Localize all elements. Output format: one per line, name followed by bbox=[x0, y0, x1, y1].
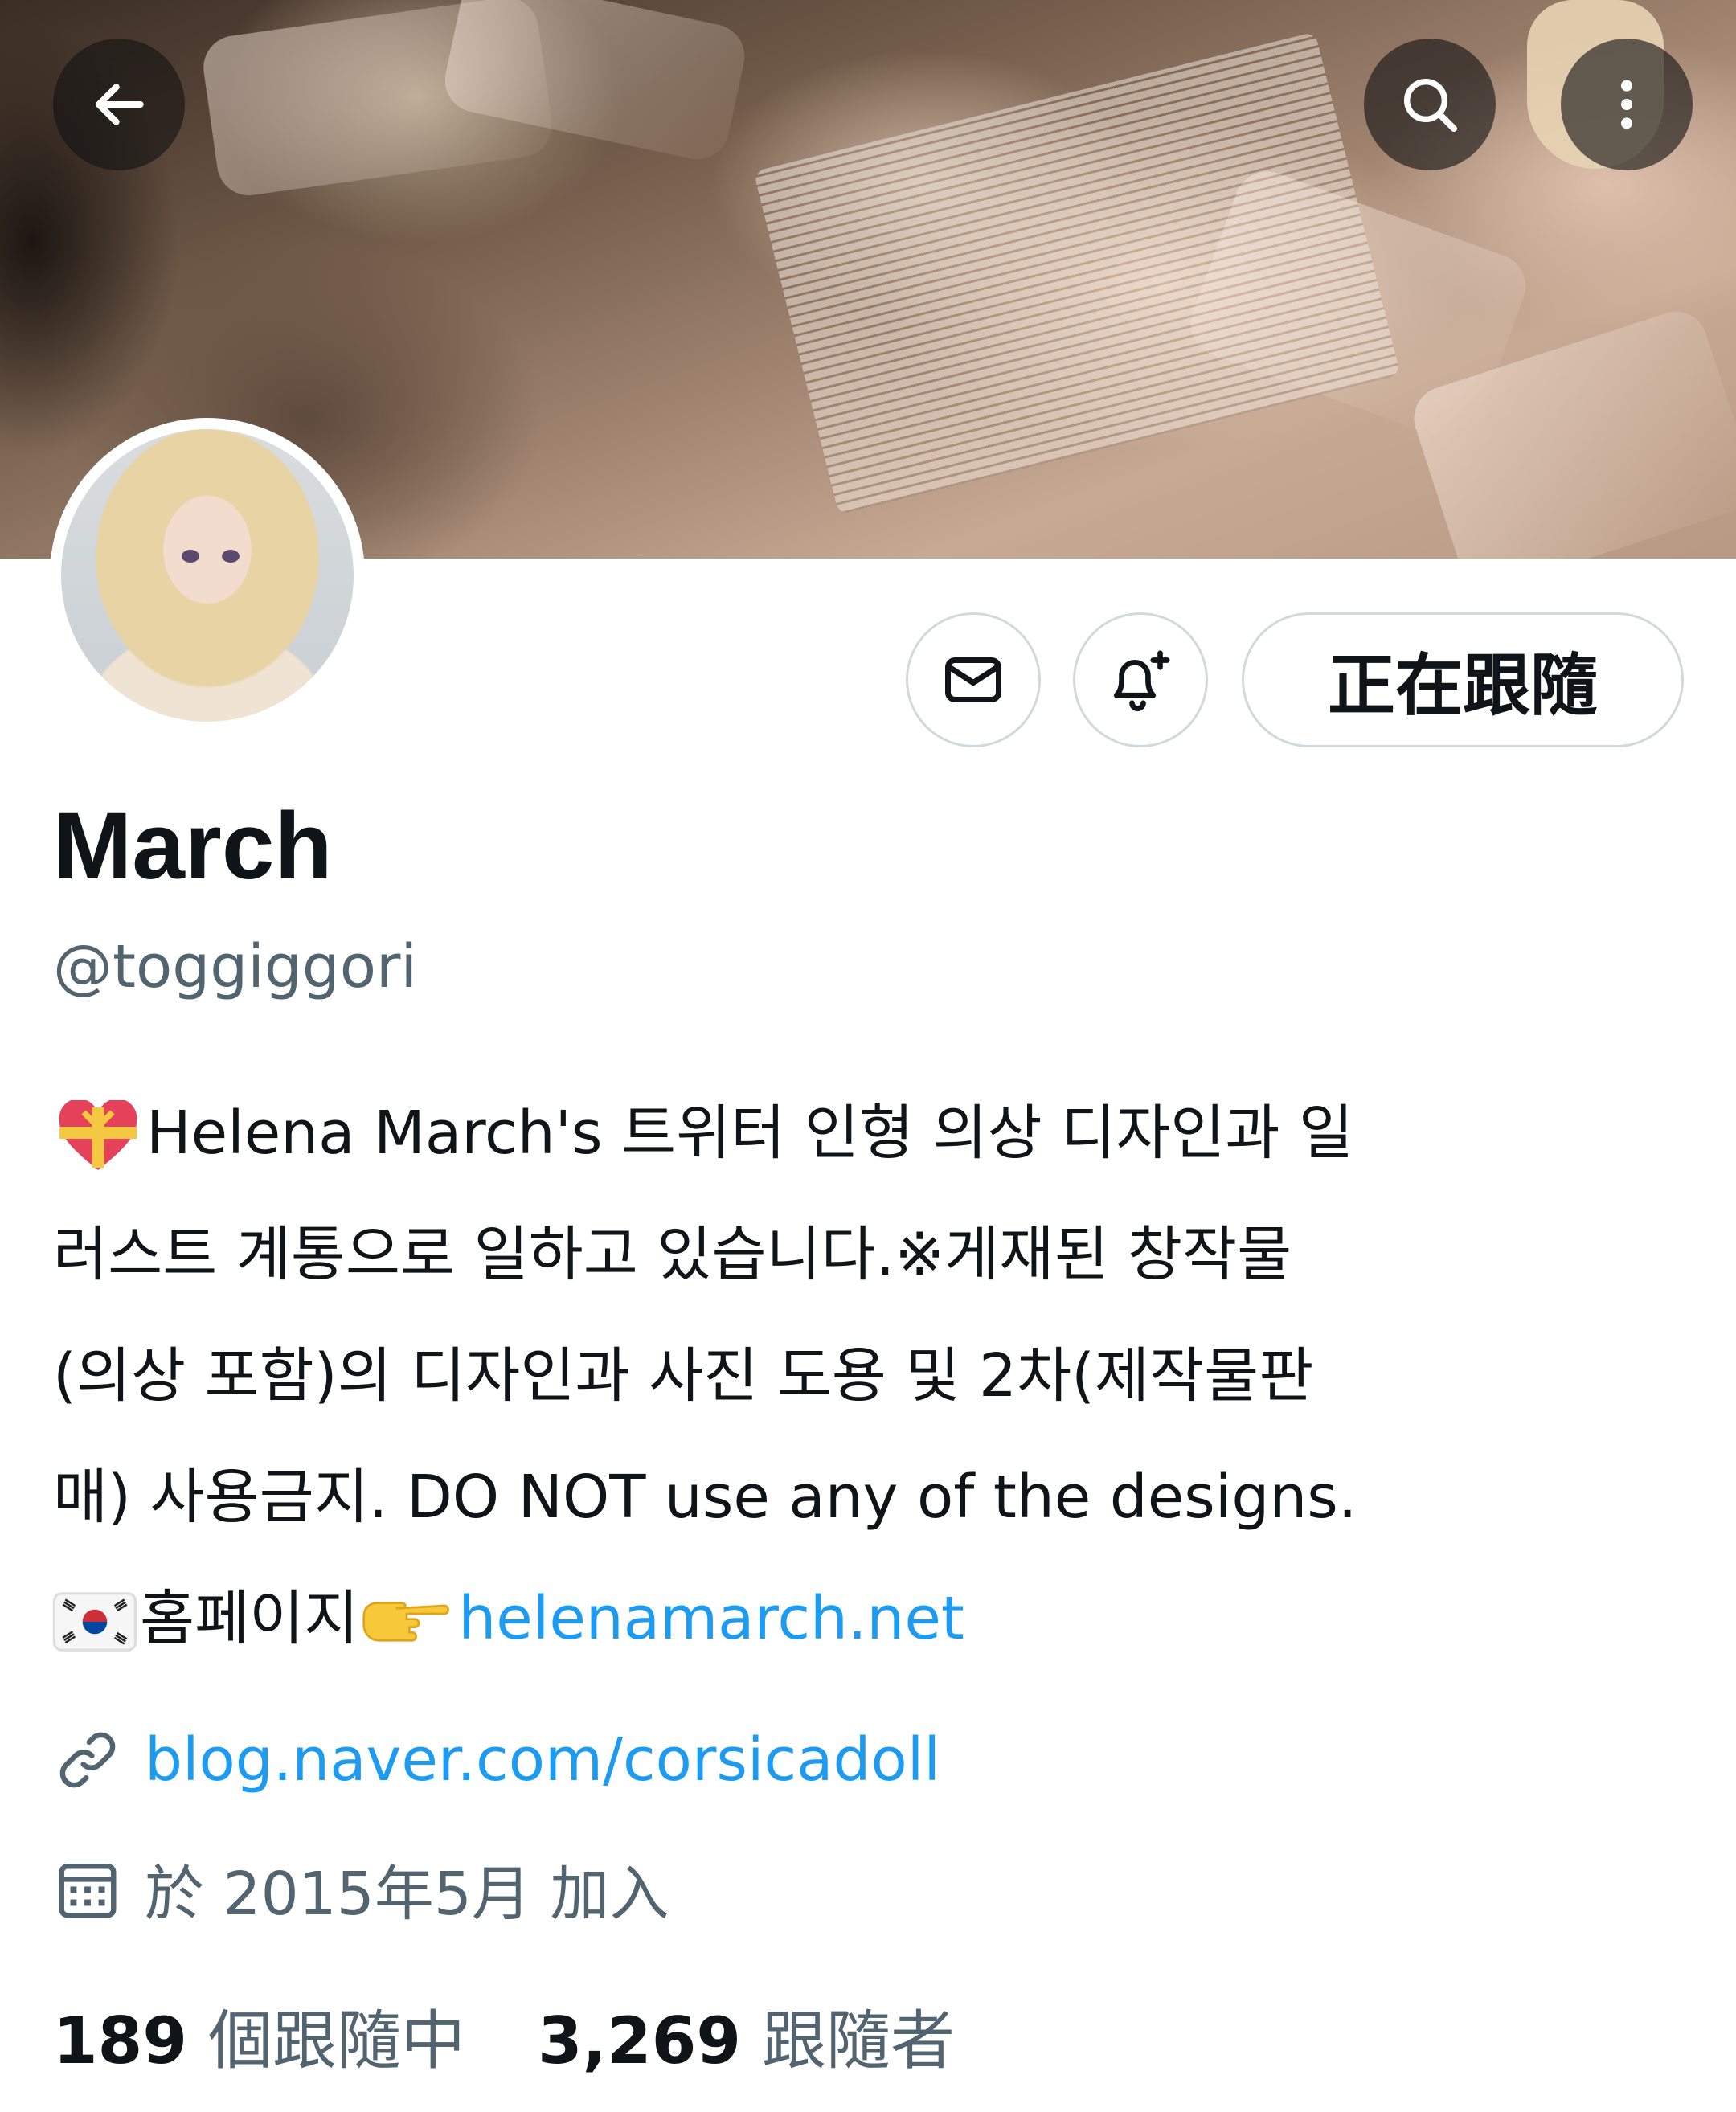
bell-plus-icon bbox=[1113, 650, 1170, 711]
profile-bio: Helena March's 트위터 인형 의상 디자인과 일 러스트 계통으로… bbox=[53, 1073, 1693, 1680]
bio-line-2: 러스트 계통으로 일하고 있습니다.※게재된 창작물 bbox=[53, 1220, 1292, 1289]
avatar-image bbox=[61, 429, 354, 722]
follow-stats: 189 個跟隨中 3,269 跟隨者 bbox=[53, 1989, 955, 2082]
bio-line-5: 홈페이지 helenamarch.net bbox=[53, 1558, 1693, 1680]
calendar-icon bbox=[59, 1863, 117, 1918]
following-label: 個跟隨中 bbox=[208, 2004, 465, 2078]
search-icon bbox=[1404, 79, 1457, 132]
message-button[interactable] bbox=[906, 612, 1041, 747]
link-icon bbox=[59, 1732, 116, 1788]
notifications-button[interactable] bbox=[1073, 612, 1208, 747]
joined-date-row: 於 2015年5月 加入 bbox=[53, 1846, 669, 1932]
bio-line-1: Helena March's 트위터 인형 의상 디자인과 일 bbox=[53, 1073, 1693, 1194]
followers-count: 3,269 bbox=[538, 2004, 742, 2078]
display-name: March bbox=[53, 793, 333, 899]
username-handle: @toggiggori bbox=[53, 932, 417, 1001]
following-count: 189 bbox=[53, 2004, 187, 2078]
bio-line-1-text: Helena March's 트위터 인형 의상 디자인과 일 bbox=[146, 1099, 1354, 1168]
avatar[interactable] bbox=[50, 418, 365, 733]
bio-line-4: 매) 사용금지. DO NOT use any of the designs. bbox=[53, 1463, 1357, 1532]
profile-page: 正在跟隨 March @toggiggori Helena March's 트위… bbox=[0, 0, 1736, 2112]
followers-stat[interactable]: 3,269 跟隨者 bbox=[538, 1989, 955, 2082]
homepage-label: 홈페이지 bbox=[140, 1584, 359, 1653]
back-button[interactable] bbox=[53, 39, 185, 170]
arrow-left-icon bbox=[96, 84, 144, 125]
south-korea-flag-icon bbox=[53, 1592, 137, 1652]
more-button[interactable] bbox=[1561, 39, 1693, 170]
website-row: blog.naver.com/corsicadoll bbox=[53, 1725, 940, 1795]
website-link[interactable]: blog.naver.com/corsicadoll bbox=[145, 1725, 940, 1795]
backhand-index-pointing-right-icon bbox=[362, 1602, 450, 1643]
bio-line-3: (의상 포함)의 디자인과 사진 도용 및 2차(제작물판 bbox=[53, 1341, 1314, 1410]
more-vertical-icon bbox=[1621, 80, 1632, 129]
following-stat[interactable]: 189 個跟隨中 bbox=[53, 1989, 465, 2082]
heart-with-ribbon-icon bbox=[59, 1100, 137, 1171]
following-button-label: 正在跟隨 bbox=[1327, 645, 1598, 725]
following-button[interactable]: 正在跟隨 bbox=[1242, 612, 1684, 747]
followers-label: 跟隨者 bbox=[762, 2004, 956, 2078]
search-button[interactable] bbox=[1364, 39, 1496, 170]
homepage-link[interactable]: helenamarch.net bbox=[458, 1584, 964, 1653]
envelope-icon bbox=[945, 657, 1001, 702]
joined-date: 於 2015年5月 加入 bbox=[145, 1860, 669, 1929]
